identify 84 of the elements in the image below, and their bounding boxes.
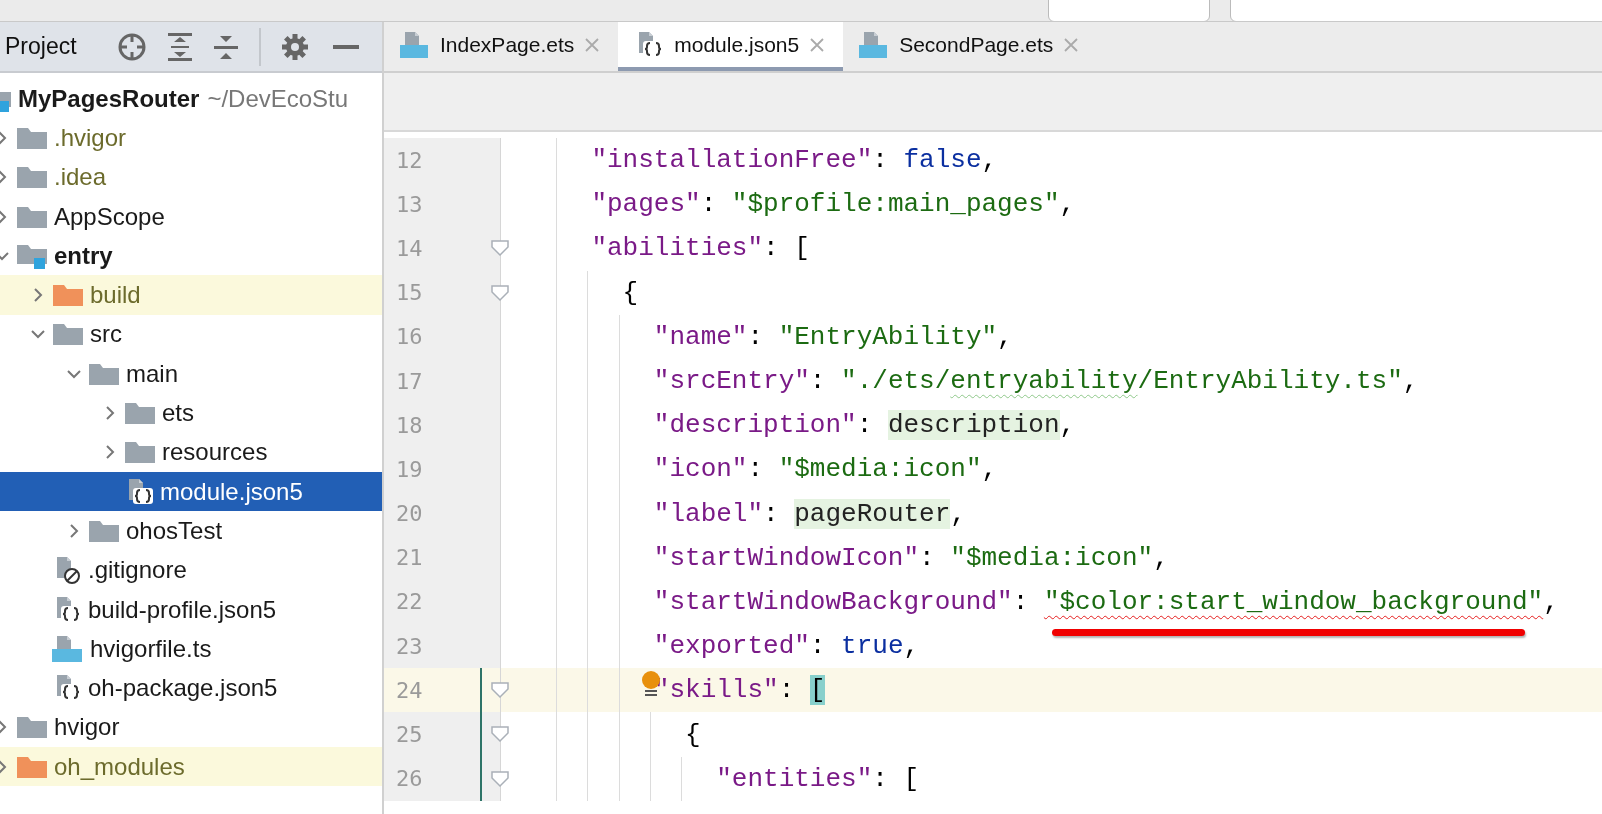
code-line: "pages": "$profile:main_pages", [590,189,1076,220]
tree-label: entry [54,241,113,270]
line-number: 13 [396,191,423,217]
code-line: "description": description, [652,410,1076,441]
line-number: 24 [396,677,423,703]
tree-label: hvigor [54,713,120,742]
project-path: ~/DevEcoStu [207,84,349,113]
tree-item[interactable]: .idea [0,157,382,197]
tree-item[interactable]: resources [0,432,382,472]
code-line: "name": "EntryAbility", [652,321,1013,352]
tree-label: hvigorfile.ts [90,634,212,663]
line-number: 16 [396,324,423,350]
code-line: "icon": "$media:icon", [652,454,998,485]
ets-file-icon [859,30,890,59]
panel-title: Project [5,33,78,60]
expand-all-icon[interactable] [167,31,193,62]
tree-item[interactable]: module.json5 [0,471,382,512]
line-number: 23 [396,633,423,659]
tree-label: build-profile.json5 [88,595,277,624]
tree-item[interactable]: MyPagesRouter ~/DevEcoStu [0,79,382,119]
tree-label: oh_modules [54,752,185,781]
tree-item[interactable]: entry [0,236,382,276]
code-line: { [684,719,701,750]
tree-item[interactable]: oh-package.json5 [0,668,382,708]
code-line: { [621,277,639,308]
tree-item[interactable]: src [0,314,382,355]
tree-item[interactable]: build [0,275,382,315]
line-number: 20 [396,501,423,527]
code-line: "exported": true, [652,631,920,662]
code-line: "srcEntry": "./ets/entryability/EntryAbility.ts", [652,366,1419,397]
line-number: 15 [396,280,423,306]
code-line: "abilities": [ [590,233,810,264]
tree-label: MyPagesRouter [18,84,200,113]
minimize-icon[interactable] [333,43,359,50]
code-line: "entities": [ [715,763,920,794]
line-number: 22 [396,589,423,615]
tree-item[interactable]: .hvigor [0,118,382,158]
tree-item[interactable]: oh_modules [0,747,382,787]
folder-icon [52,282,84,309]
tree-label: main [126,359,179,388]
editor-tab[interactable]: SecondPage.ets [843,22,1098,71]
code-line: "startWindowBackground": "$color:start_window_background", [652,586,1559,617]
tree-label: .idea [54,163,107,192]
tree-item[interactable]: ohosTest [0,511,382,551]
tree-item[interactable]: build-profile.json5 [0,589,382,630]
tree-label: resources [162,438,268,467]
code-line: "installationFree": false, [590,145,998,176]
tree-label: module.json5 [160,477,303,506]
tree-item[interactable]: hvigorfile.ts [0,629,382,669]
tree-label: src [90,320,122,349]
folder-icon [52,321,84,348]
folder-icon [16,714,48,741]
code-line: "startWindowIcon": "$media:icon", [652,542,1169,573]
tree-item[interactable]: .gitignore [0,550,382,590]
tree-item[interactable]: AppScope [0,196,382,237]
code-line: "skills": [ [652,675,826,706]
folder-icon [124,400,156,426]
ets-file-icon [400,30,430,59]
folder-icon [16,164,48,191]
folder-icon [124,439,156,466]
line-number: 18 [396,412,423,438]
tree-item[interactable]: ets [0,393,382,433]
locate-icon[interactable] [117,31,147,62]
tree-item[interactable]: main [0,354,382,394]
ts-file-icon [52,634,84,663]
line-number: 17 [396,368,423,394]
tree-label: ets [162,399,194,427]
line-number: 21 [396,545,423,571]
line-number: 25 [396,722,423,748]
close-icon[interactable] [809,36,826,53]
editor-tab[interactable]: IndexPage.ets [384,22,619,71]
tree-label: .gitignore [88,556,187,585]
line-number: 26 [396,766,423,792]
tree-label: build [90,281,141,310]
line-number: 19 [396,456,423,482]
tree-item[interactable]: hvigor [0,707,382,748]
tree-label: AppScope [54,202,165,231]
settings-icon[interactable] [281,32,309,61]
tree-label: ohosTest [126,516,223,545]
tree-label: .hvigor [54,123,127,152]
tree-label: oh-package.json5 [88,674,278,703]
line-number: 14 [396,235,423,261]
line-number: 12 [396,147,423,173]
editor-tab[interactable]: module.json5 [618,22,844,71]
